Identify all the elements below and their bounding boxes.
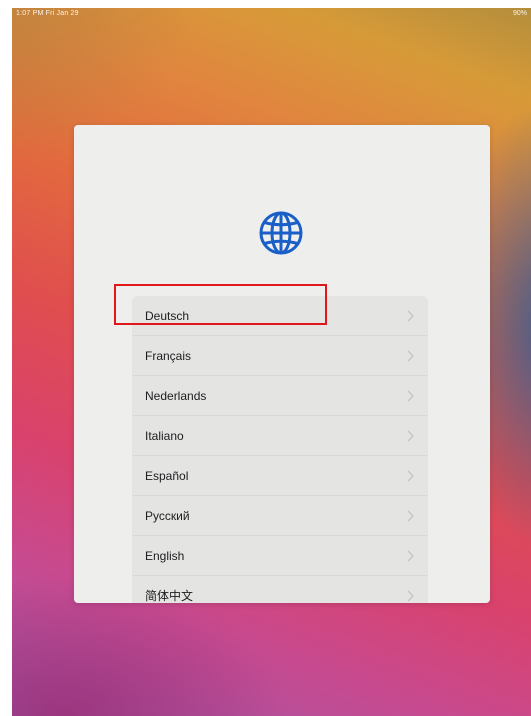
language-row-nederlands[interactable]: Nederlands xyxy=(132,376,428,416)
language-row-francais[interactable]: Français xyxy=(132,336,428,376)
language-row-espanol[interactable]: Español xyxy=(132,456,428,496)
chevron-right-icon xyxy=(407,390,414,402)
chevron-right-icon xyxy=(407,350,414,362)
language-list: Deutsch Français Nederlands Italiano Esp… xyxy=(132,296,428,603)
chevron-right-icon xyxy=(407,310,414,322)
language-row-italiano[interactable]: Italiano xyxy=(132,416,428,456)
language-label: 简体中文 xyxy=(145,589,194,603)
language-label: Italiano xyxy=(145,428,184,443)
selection-highlight-box xyxy=(114,284,327,325)
language-label: Español xyxy=(145,468,189,483)
status-time-date: 1:07 PM Fri Jan 29 xyxy=(16,10,79,17)
language-setup-card: Deutsch Français Nederlands Italiano Esp… xyxy=(74,125,490,603)
chevron-right-icon xyxy=(407,470,414,482)
language-row-simplified-chinese[interactable]: 简体中文 xyxy=(132,576,428,603)
language-label: Nederlands xyxy=(145,388,207,403)
language-row-russian[interactable]: Русский xyxy=(132,496,428,536)
status-bar: 1:07 PM Fri Jan 29 90% xyxy=(12,8,531,22)
language-label: English xyxy=(145,548,185,563)
chevron-right-icon xyxy=(407,590,414,602)
globe-icon xyxy=(259,211,303,255)
language-label: Français xyxy=(145,348,192,363)
language-row-english[interactable]: English xyxy=(132,536,428,576)
language-label: Русский xyxy=(145,508,190,523)
chevron-right-icon xyxy=(407,550,414,562)
status-battery: 90% xyxy=(512,10,527,17)
chevron-right-icon xyxy=(407,510,414,522)
chevron-right-icon xyxy=(407,430,414,442)
ipad-screen: 1:07 PM Fri Jan 29 90% Deutsch Français xyxy=(12,8,531,716)
